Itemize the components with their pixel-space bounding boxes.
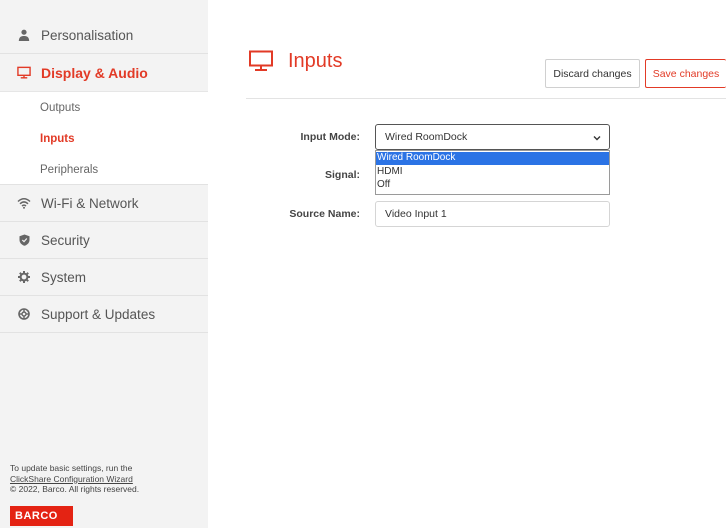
dropdown-option-hdmi[interactable]: HDMI (376, 166, 609, 179)
sidebar-item-label: Personalisation (41, 27, 134, 43)
sidebar-item-display-audio[interactable]: Display & Audio (0, 54, 208, 91)
copyright-text: © 2022, Barco. All rights reserved. (10, 484, 140, 494)
sidebar-footer: To update basic settings, run the ClickS… (10, 463, 200, 495)
header-divider (246, 98, 726, 99)
monitor-icon (248, 50, 274, 72)
save-changes-button[interactable]: Save changes (645, 59, 726, 88)
gear-icon (17, 270, 31, 284)
sidebar-item-label: System (41, 269, 87, 285)
sidebar-item-system[interactable]: System (0, 259, 208, 296)
option-label: Wired RoomDock (377, 152, 456, 163)
signal-label: Signal: (324, 169, 360, 181)
sidebar-item-security[interactable]: Security (0, 222, 208, 259)
sidebar-item-label: Security (41, 232, 90, 248)
barco-logo: BARCO (10, 506, 73, 526)
footer-text: To update basic settings, run the (10, 463, 133, 473)
subnav-item-peripherals[interactable]: Peripherals (40, 164, 98, 176)
input-mode-value: Wired RoomDock (385, 131, 468, 143)
sidebar-item-label: Wi-Fi & Network (41, 195, 139, 211)
input-mode-dropdown: Wired RoomDock HDMI Off (375, 150, 610, 195)
sidebar-item-label: Display & Audio (41, 64, 148, 81)
sidebar: Personalisation Display & Audio Outputs … (0, 0, 208, 528)
subnav-item-inputs[interactable]: Inputs (40, 133, 75, 145)
dropdown-option-off[interactable]: Off (376, 179, 609, 192)
wifi-icon (17, 196, 31, 210)
monitor-icon (17, 66, 31, 80)
discard-changes-button[interactable]: Discard changes (545, 59, 640, 88)
logo-text: BARCO (15, 510, 58, 522)
sidebar-item-label: Support & Updates (41, 306, 156, 322)
option-label: HDMI (377, 166, 403, 177)
page-title: Inputs (288, 50, 343, 72)
user-icon (17, 28, 31, 42)
configuration-wizard-link[interactable]: ClickShare Configuration Wizard (10, 474, 133, 484)
source-name-label: Source Name: (289, 208, 360, 220)
source-name-input[interactable] (375, 201, 610, 227)
display-audio-subnav: Outputs Inputs Peripherals (0, 91, 208, 185)
sidebar-item-support-updates[interactable]: Support & Updates (0, 296, 208, 333)
lifebuoy-icon (17, 307, 31, 321)
input-mode-select[interactable]: Wired RoomDock (375, 124, 610, 150)
input-mode-label: Input Mode: (300, 131, 360, 143)
shield-icon (17, 233, 31, 247)
chevron-down-icon (593, 133, 601, 141)
sidebar-item-personalisation[interactable]: Personalisation (0, 17, 208, 54)
dropdown-option-wired-roomdock[interactable]: Wired RoomDock (376, 152, 609, 165)
option-label: Off (377, 179, 391, 190)
sidebar-item-wifi-network[interactable]: Wi-Fi & Network (0, 185, 208, 222)
subnav-item-outputs[interactable]: Outputs (40, 102, 80, 114)
